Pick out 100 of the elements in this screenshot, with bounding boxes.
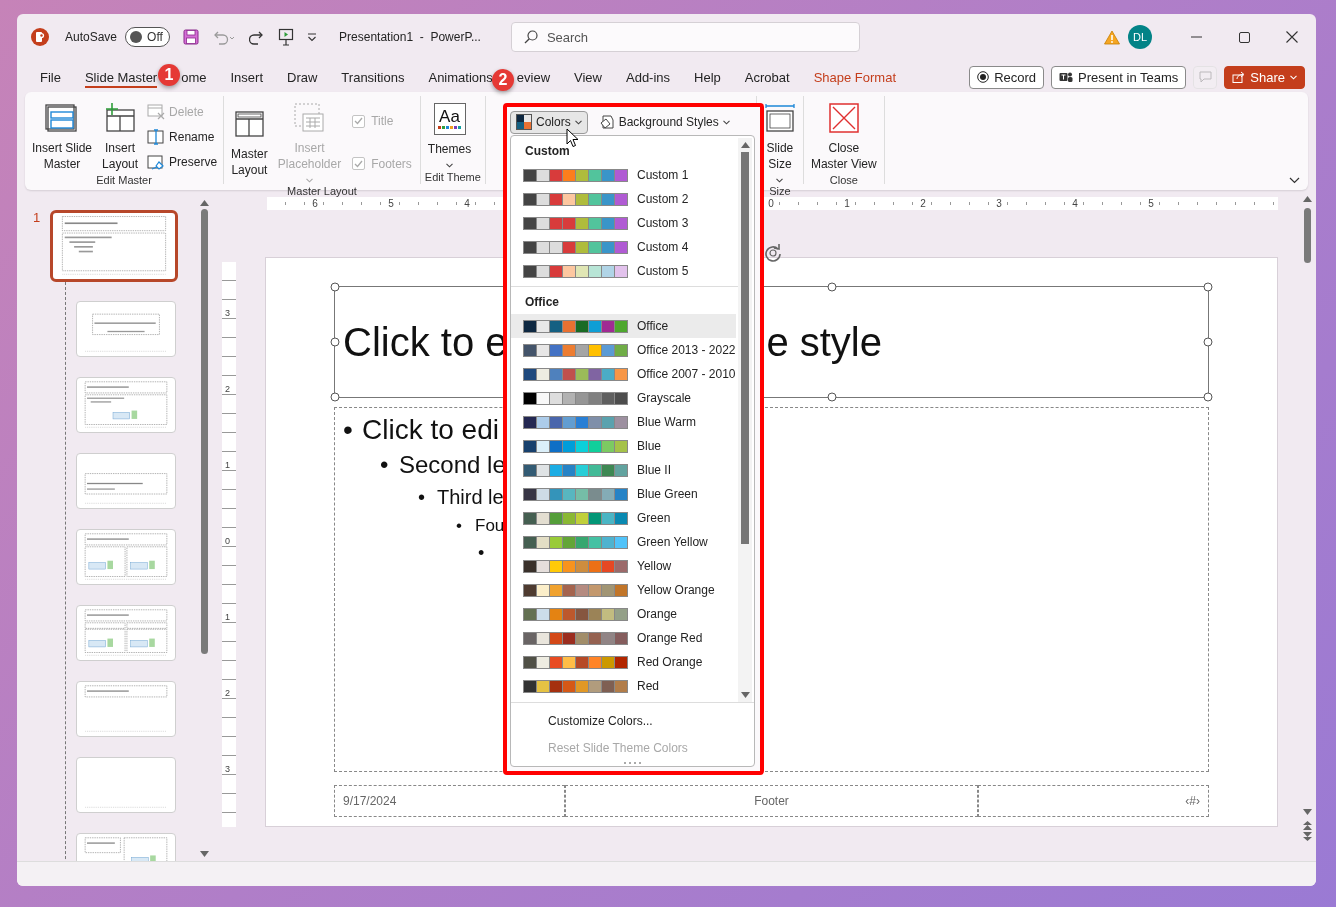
ribbon-button[interactable]: Insert Layout [99, 100, 142, 174]
menu-item[interactable]: Blue [511, 434, 736, 458]
scroll-up-icon[interactable] [199, 200, 209, 206]
scrollbar-thumb[interactable] [200, 209, 208, 654]
slide-number-placeholder[interactable]: ‹#› [978, 785, 1209, 817]
ribbon-tab[interactable]: Slide Master [84, 66, 158, 88]
scrollbar-thumb[interactable] [1303, 208, 1311, 263]
ruler-label: 5 [387, 197, 395, 210]
ruler-label: 5 [1147, 197, 1155, 210]
scroll-down-icon[interactable] [1302, 809, 1312, 815]
menu-item[interactable]: Blue Warm [511, 410, 736, 434]
menu-item[interactable]: Office 2013 - 2022 [511, 338, 736, 362]
caret-icon [1290, 74, 1297, 80]
scroll-up-icon[interactable] [1302, 196, 1312, 202]
save-icon[interactable] [183, 29, 200, 45]
search-field[interactable]: Search [510, 22, 860, 52]
maximize-icon [1238, 31, 1250, 43]
menu-item[interactable]: Custom 3 [511, 211, 736, 235]
scrollbar-thumb[interactable] [741, 152, 749, 544]
rotate-handle-icon[interactable] [763, 243, 783, 263]
ribbon-tab[interactable]: Transitions [341, 66, 405, 88]
ribbon-button[interactable]: Rename [145, 128, 220, 146]
resize-handle[interactable] [827, 392, 836, 402]
resize-handle[interactable] [330, 337, 340, 347]
menu-item[interactable]: Green Yellow [511, 530, 736, 554]
ruler-label: 2 [919, 197, 927, 210]
ribbon-tab[interactable]: File [40, 66, 61, 88]
resize-gripper-icon[interactable] [623, 762, 642, 765]
menu-item[interactable]: Blue Green [511, 482, 736, 506]
resize-handle[interactable] [1203, 282, 1213, 292]
autosave-toggle[interactable]: Off [125, 27, 171, 47]
ribbon-tab[interactable]: Acrobat [744, 66, 790, 88]
menu-item[interactable]: Custom 4 [511, 235, 736, 259]
menu-item[interactable]: Blue II [511, 458, 736, 482]
ribbon-tab[interactable]: View [574, 66, 602, 88]
group-label: Close [828, 174, 859, 187]
menu-item[interactable]: Custom 5 [511, 259, 736, 283]
ribbon-button[interactable]: Close Master View [807, 100, 880, 174]
scroll-down-icon[interactable] [199, 851, 209, 857]
bullet: • [418, 485, 426, 510]
scroll-down-icon[interactable] [740, 692, 750, 698]
bullet-text: Third le [437, 485, 504, 510]
footer-placeholder[interactable]: Footer [565, 785, 978, 817]
ribbon-tab[interactable]: Insert [230, 66, 263, 88]
menu-item[interactable]: Custom 1 [511, 163, 736, 187]
section-heading: Custom [524, 143, 571, 160]
resize-handle[interactable] [1203, 337, 1213, 347]
avatar[interactable]: DL [1128, 25, 1152, 49]
ribbon-tab[interactable]: ome [181, 66, 207, 88]
previous-slide-icon[interactable] [1302, 821, 1312, 830]
resize-handle[interactable] [330, 282, 340, 292]
ribbon-tab[interactable]: eview [516, 66, 551, 88]
group-label: Master Layout [286, 185, 358, 198]
app-logo-icon[interactable] [31, 28, 49, 46]
ribbon-button[interactable]: Background Styles [592, 110, 736, 134]
menu-command[interactable]: Customize Colors... [511, 707, 754, 734]
share-button[interactable]: Share [1224, 65, 1305, 89]
group-label: Edit Master [95, 174, 153, 187]
rename-icon [147, 129, 166, 145]
menu-item[interactable]: Yellow [511, 554, 736, 578]
ribbon-tab[interactable]: Animations [428, 66, 493, 88]
menu-item[interactable]: Yellow Orange [511, 578, 736, 602]
ribbon-button[interactable]: Preserve [145, 152, 220, 171]
menu-item[interactable]: Red Orange [511, 650, 736, 674]
ruler-label: 4 [463, 197, 471, 210]
menu-item[interactable]: Red [511, 674, 736, 698]
menu-item[interactable]: Office 2007 - 2010 [511, 362, 736, 386]
record-button[interactable]: Record [969, 65, 1045, 89]
group-label: Edit Theme [424, 171, 481, 184]
ribbon-tab[interactable]: Shape Format [813, 66, 896, 88]
resize-handle[interactable] [827, 282, 836, 292]
ribbon-tab[interactable]: Add-ins [626, 66, 671, 88]
menu-item[interactable]: Custom 2 [511, 187, 736, 211]
ruler-label: 3 [225, 764, 230, 774]
bullet: • [343, 413, 354, 447]
present-in-teams-button[interactable]: Present in Teams [1051, 65, 1187, 89]
ruler-label: 2 [225, 384, 230, 394]
resize-handle[interactable] [330, 392, 340, 402]
background-styles-icon [598, 114, 615, 130]
ribbon-button[interactable]: Master Layout [228, 105, 271, 180]
ribbon-button[interactable]: Aa Themes [424, 101, 475, 170]
resize-handle[interactable] [1203, 392, 1213, 402]
menu-item[interactable]: Office [511, 314, 736, 338]
next-slide-icon[interactable] [1302, 832, 1312, 841]
ribbon-button[interactable]: Insert Slide Master [29, 100, 96, 174]
date-placeholder[interactable]: 9/17/2024 [334, 785, 565, 817]
scroll-up-icon[interactable] [740, 142, 750, 148]
customize-caret-icon[interactable] [307, 32, 318, 42]
ribbon-button[interactable]: Colors [510, 110, 588, 134]
presentation-icon[interactable] [278, 28, 295, 46]
ruler-label: 1 [843, 197, 851, 210]
caret-icon [574, 119, 582, 125]
slide-master-icon [45, 102, 79, 134]
menu-item[interactable]: Green [511, 506, 736, 530]
slide-thumbnail[interactable] [50, 210, 178, 282]
collapse-ribbon-icon[interactable] [1289, 177, 1300, 184]
menu-item[interactable]: Orange [511, 602, 736, 626]
menu-item[interactable]: Orange Red [511, 626, 736, 650]
ribbon-tab[interactable]: Help [694, 66, 721, 88]
ribbon-tab[interactable]: Draw [287, 66, 318, 88]
